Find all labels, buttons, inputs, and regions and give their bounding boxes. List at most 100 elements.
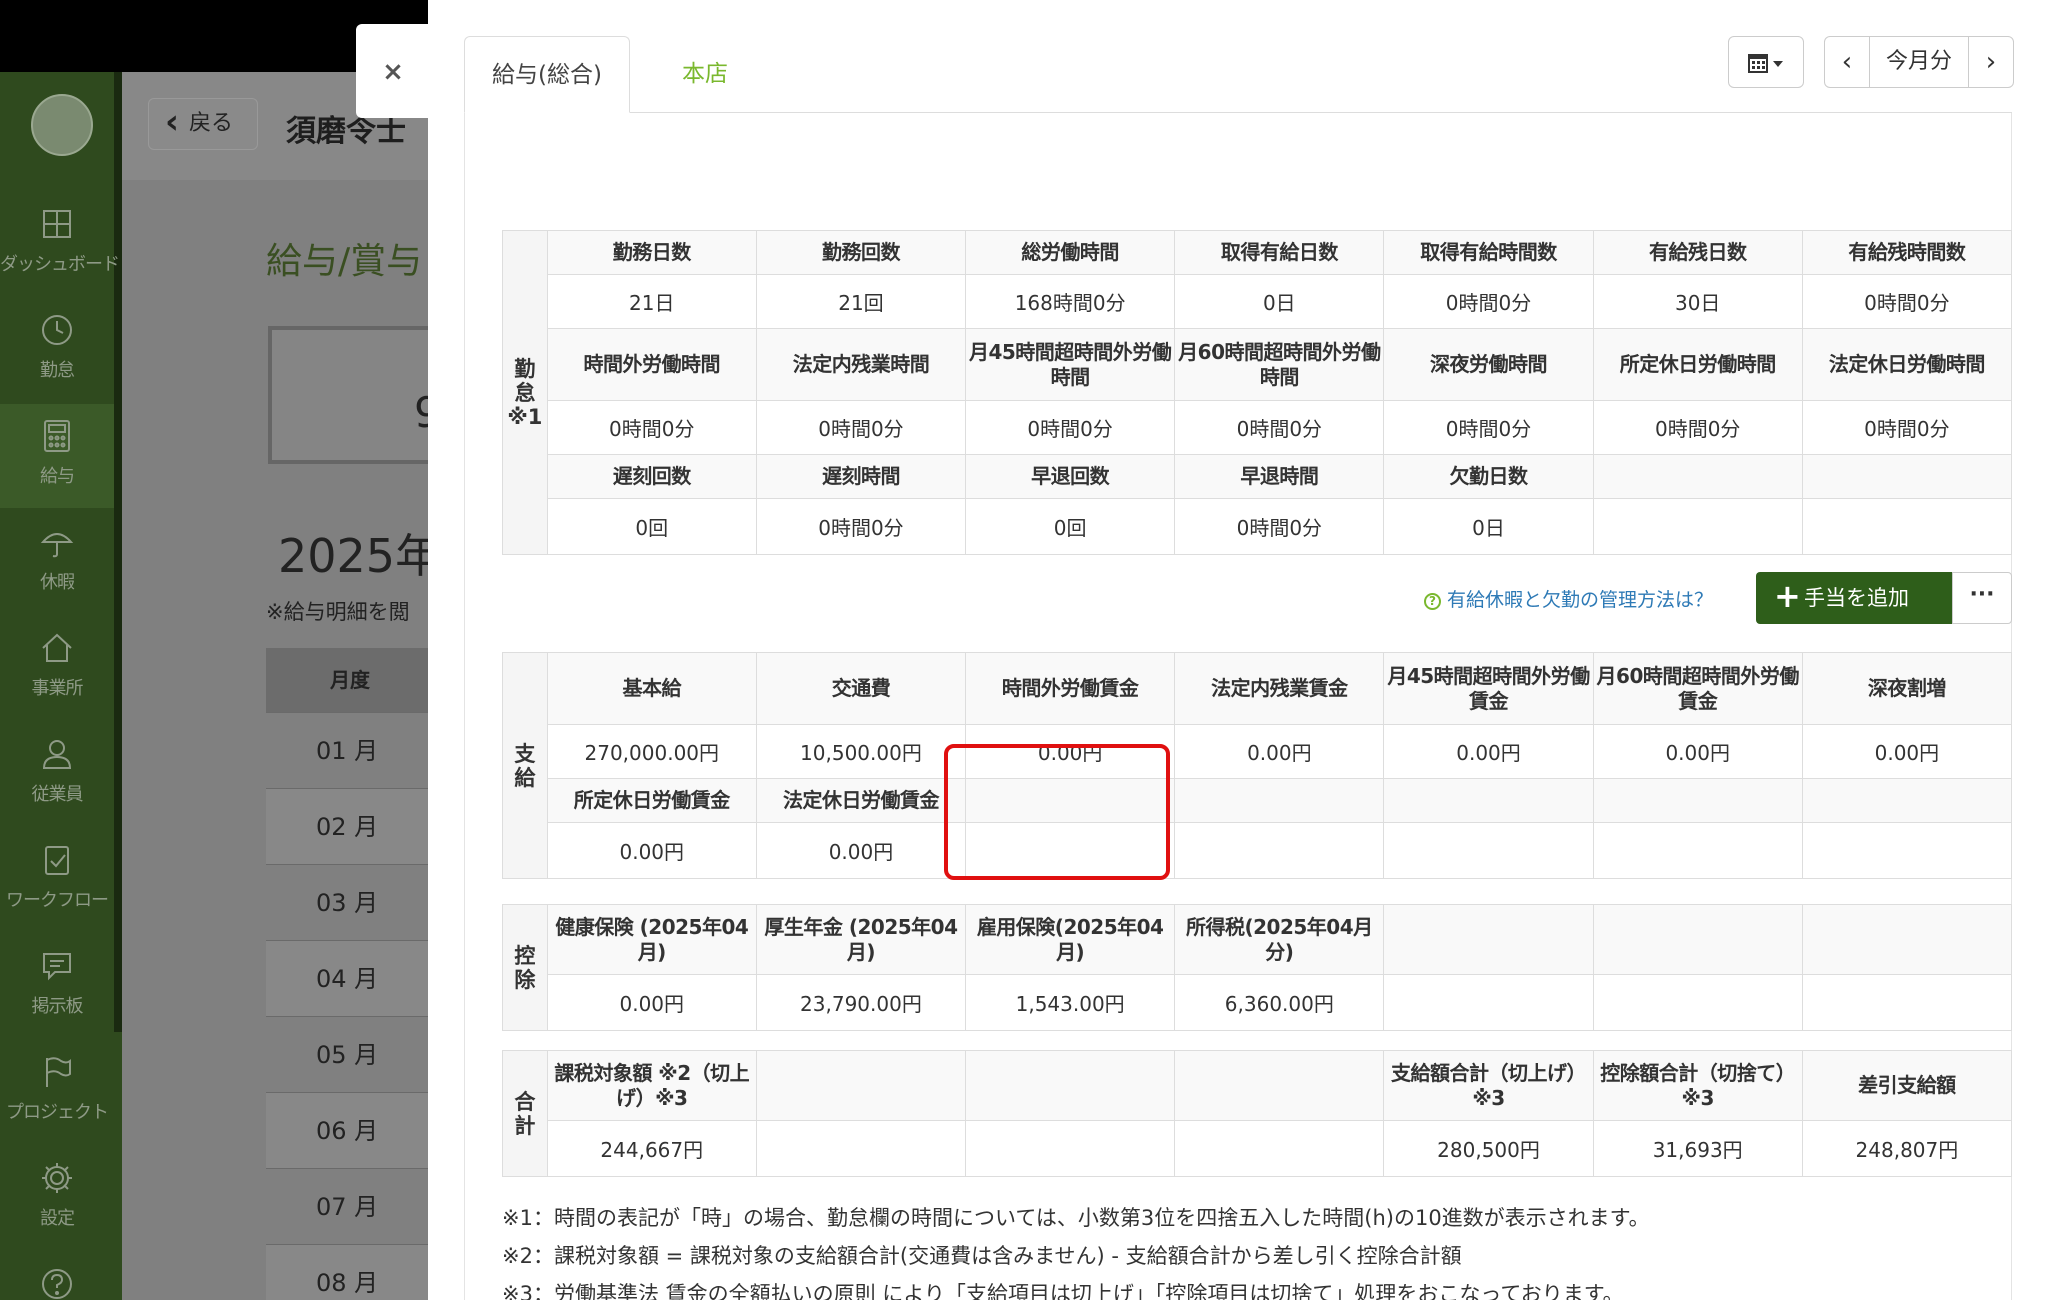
- help-link-label: 有給休暇と欠勤の管理方法は？: [1447, 589, 1714, 611]
- column-header: 遅刻回数: [546, 454, 757, 499]
- sidebar-item-6[interactable]: ワークフロー: [0, 828, 114, 932]
- column-header: 月45時間超時間外労働賃金: [1383, 652, 1594, 725]
- tab-head-office[interactable]: 本店: [650, 36, 760, 113]
- footnote-2: ※2：課税対象額 = 課税対象の支給額合計(交通費は含みません) - 支給額合計…: [502, 1244, 1462, 1268]
- cell-value: [1592, 974, 1803, 1031]
- sidebar-item-5[interactable]: 従業員: [0, 722, 114, 826]
- clipboard-check-icon: [45, 846, 69, 875]
- sidebar-item-1[interactable]: 勤怠: [0, 298, 114, 402]
- close-button[interactable]: ×: [356, 24, 430, 118]
- leave-management-help-link[interactable]: ? 有給休暇と欠勤の管理方法は？: [1424, 585, 1713, 612]
- sidebar-item-7[interactable]: 掲示板: [0, 934, 114, 1038]
- section-label: 合計: [502, 1050, 548, 1177]
- total-table: 合計 課税対象額 ※2（切上げ）※3 支給額合計（切上げ）※3 控除額合計（切捨て）※…: [502, 1050, 2013, 1177]
- cell-value: 168時間0分: [965, 274, 1176, 329]
- cell-value: 0.00円: [1801, 724, 2013, 779]
- cell-value: 0時間0分: [965, 400, 1176, 455]
- sidebar-item-10[interactable]: [0, 1252, 114, 1300]
- column-header: [1383, 778, 1594, 823]
- sidebar-item-label: 事業所: [31, 678, 84, 699]
- sidebar-item-0[interactable]: ダッシュボード: [0, 192, 120, 296]
- cell-value: [965, 1120, 1176, 1177]
- cell-value: 0回: [965, 498, 1176, 555]
- column-header: [1801, 904, 2013, 975]
- month-row[interactable]: 06 月: [266, 1092, 436, 1168]
- month-row[interactable]: 01 月: [266, 712, 436, 788]
- sidebar-item-label: 設定: [40, 1208, 75, 1229]
- column-header: 月45時間超時間外労働時間: [965, 328, 1176, 401]
- sidebar-item-label: プロジェクト: [6, 1102, 109, 1123]
- section-label: 控除: [502, 904, 548, 1031]
- column-header: 法定休日労働賃金: [755, 778, 967, 823]
- back-button[interactable]: 戻る: [148, 97, 258, 150]
- help-icon: [42, 1269, 72, 1299]
- dashboard-icon: [43, 210, 71, 238]
- more-options-button[interactable]: ···: [1952, 572, 2012, 624]
- current-period-button[interactable]: 今月分: [1869, 37, 1969, 87]
- flag-icon: [46, 1057, 71, 1087]
- column-header: 控除額合計（切捨て）※3: [1592, 1050, 1803, 1121]
- cell-value: [1174, 822, 1385, 879]
- column-header: [1174, 778, 1385, 823]
- footnote-3: ※3：労働基準法 賃金の全額払いの原則 により「支給項目は切上げ」「控除項目は切…: [502, 1282, 1624, 1300]
- tab-salary-total[interactable]: 給与(総合): [464, 36, 630, 113]
- month-row[interactable]: 02 月: [266, 788, 436, 864]
- column-header: 法定内残業賃金: [1174, 652, 1385, 725]
- cell-value: 0時間0分: [755, 498, 967, 555]
- cell-value: 244,667円: [546, 1120, 757, 1177]
- column-header: [1801, 778, 2013, 823]
- column-header: 勤務日数: [546, 230, 757, 275]
- cell-value: 0時間0分: [546, 400, 757, 455]
- sidebar-scrollbar[interactable]: [114, 72, 122, 1032]
- month-row[interactable]: 04 月: [266, 940, 436, 1016]
- cell-value: [1801, 974, 2013, 1031]
- cell-value: 0.00円: [1592, 724, 1803, 779]
- cell-value: 0時間0分: [1383, 400, 1594, 455]
- cell-value: 280,500円: [1383, 1120, 1594, 1177]
- column-header: 交通費: [755, 652, 967, 725]
- cell-value: 30日: [1592, 274, 1803, 329]
- column-header: 取得有給時間数: [1383, 230, 1594, 275]
- column-header: 支給額合計（切上げ）※3: [1383, 1050, 1594, 1121]
- cell-value: 31,693円: [1592, 1120, 1803, 1177]
- calendar-dropdown-button[interactable]: [1728, 36, 1804, 88]
- sidebar-item-label: 従業員: [31, 784, 84, 805]
- cell-value: 0日: [1174, 274, 1385, 329]
- cell-value: 0時間0分: [1174, 498, 1385, 555]
- sidebar-item-8[interactable]: プロジェクト: [0, 1040, 114, 1144]
- calendar-icon: [1748, 54, 1783, 73]
- cell-value: 248,807円: [1801, 1120, 2013, 1177]
- sidebar-item-9[interactable]: 設定: [0, 1146, 114, 1250]
- caret-down-icon: [1773, 61, 1783, 67]
- cell-value: [1174, 1120, 1385, 1177]
- month-row[interactable]: 03 月: [266, 864, 436, 940]
- month-row[interactable]: 07 月: [266, 1168, 436, 1244]
- column-header: 雇用保険(2025年04月): [965, 904, 1176, 975]
- column-header: [755, 1050, 967, 1121]
- column-header: 遅刻時間: [755, 454, 967, 499]
- prev-period-button[interactable]: ‹: [1825, 37, 1869, 87]
- column-header: 早退時間: [1174, 454, 1385, 499]
- cell-value: 0時間0分: [1174, 400, 1385, 455]
- sidebar-item-label: 給与: [40, 466, 75, 487]
- cell-value: [1801, 498, 2013, 555]
- month-row[interactable]: 08 月: [266, 1244, 436, 1300]
- column-header: 取得有給日数: [1174, 230, 1385, 275]
- sidebar-item-3[interactable]: 休暇: [0, 510, 114, 614]
- column-header: 所定休日労働時間: [1592, 328, 1803, 401]
- column-header: [1383, 904, 1594, 975]
- period-navigator: ‹ 今月分 ›: [1824, 36, 2014, 88]
- add-allowance-button[interactable]: 手当を追加: [1756, 570, 1952, 624]
- umbrella-icon: [40, 533, 74, 558]
- cell-value: 270,000.00円: [546, 724, 757, 779]
- cell-value: 0日: [1383, 498, 1594, 555]
- month-row[interactable]: 05 月: [266, 1016, 436, 1092]
- column-header: 所得税(2025年04月分): [1174, 904, 1385, 975]
- next-period-button[interactable]: ›: [1969, 37, 2013, 87]
- column-header: 差引支給額: [1801, 1050, 2013, 1121]
- sidebar-item-2[interactable]: 給与: [0, 404, 114, 508]
- section-label: 勤怠※1: [502, 230, 548, 555]
- cell-value: [755, 1120, 967, 1177]
- sidebar-item-4[interactable]: 事業所: [0, 616, 114, 720]
- avatar[interactable]: [31, 94, 93, 156]
